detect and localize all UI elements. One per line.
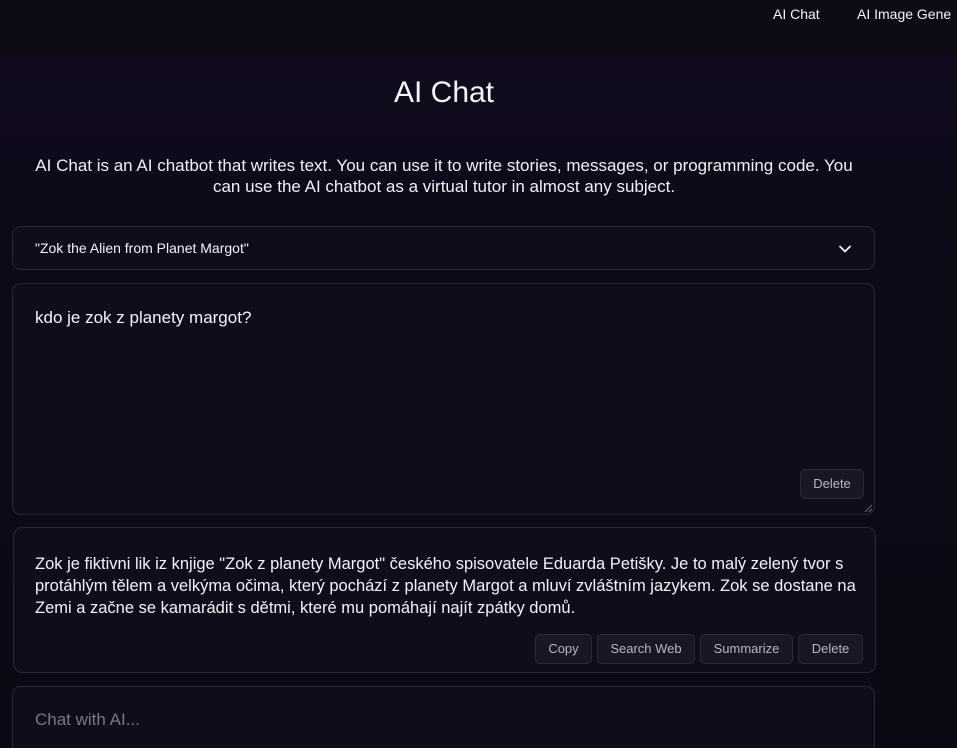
ai-response-card: Zok je fiktivni lik iz knjige "Zok z pla… (13, 527, 876, 673)
search-web-button[interactable]: Search Web (597, 634, 695, 664)
page-title: AI Chat (393, 76, 495, 109)
summarize-button[interactable]: Summarize (700, 634, 793, 664)
delete-response-button[interactable]: Delete (798, 634, 863, 664)
ai-response-text: Zok je fiktivni lik iz knjige "Zok z pla… (35, 555, 856, 617)
nav-link-ai-chat[interactable]: AI Chat (773, 6, 820, 22)
resize-handle-icon[interactable] (864, 504, 873, 513)
user-message-text[interactable]: kdo je zok z planety margot? (35, 308, 251, 328)
persona-select-value: "Zok the Alien from Planet Margot" (35, 240, 249, 256)
page-intro: AI Chat is an AI chatbot that writes tex… (35, 156, 853, 196)
nav-link-ai-image-generator[interactable]: AI Image Gene (857, 6, 951, 22)
persona-select[interactable]: "Zok the Alien from Planet Margot" (12, 226, 875, 270)
chevron-down-icon (839, 245, 851, 253)
chat-input-card (12, 686, 875, 748)
delete-message-button[interactable]: Delete (800, 469, 864, 499)
chat-input[interactable] (35, 707, 835, 733)
top-navigation-bar: AI Chat AI Image Gene (0, 0, 957, 54)
user-message-card[interactable]: kdo je zok z planety margot? Delete (12, 283, 875, 515)
copy-button[interactable]: Copy (535, 634, 592, 664)
